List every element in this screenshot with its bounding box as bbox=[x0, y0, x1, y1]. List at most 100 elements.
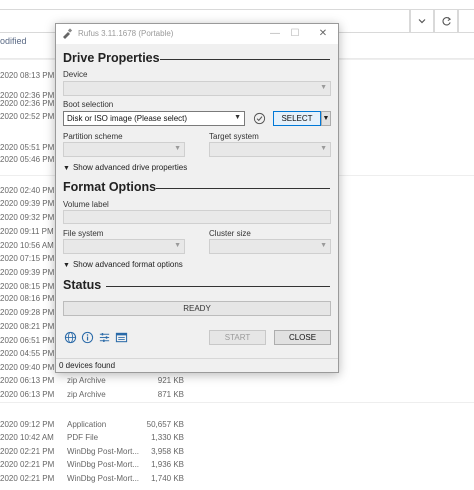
cluster-size-label: Cluster size bbox=[209, 229, 251, 238]
file-size: 871 KB bbox=[157, 390, 184, 399]
search-input[interactable] bbox=[458, 9, 474, 33]
column-header-date-modified[interactable]: odified bbox=[0, 36, 27, 46]
file-date: 2020 02:52 PM bbox=[0, 112, 55, 121]
advanced-format-toggle-label: Show advanced format options bbox=[72, 260, 183, 269]
file-row[interactable]: 2020 10:42 AM PDF File 1,330 KB bbox=[0, 431, 474, 445]
log-button[interactable] bbox=[115, 331, 128, 344]
boot-selection-value: Disk or ISO image (Please select) bbox=[67, 114, 188, 123]
settings-sliders-icon bbox=[99, 333, 110, 342]
chevron-down-icon: ▼ bbox=[320, 145, 327, 152]
chevron-down-icon: ▼ bbox=[322, 115, 330, 122]
file-type: PDF File bbox=[67, 433, 99, 442]
minimize-button[interactable]: — bbox=[266, 26, 284, 42]
cluster-size-dropdown[interactable]: ▼ bbox=[209, 239, 331, 254]
maximize-button[interactable]: ☐ bbox=[286, 26, 304, 42]
file-size: 1,740 KB bbox=[151, 474, 184, 483]
file-date: 2020 09:12 PM bbox=[0, 420, 55, 429]
file-row[interactable]: 2020 02:21 PM WinDbg Post-Mort... 3,958 KB bbox=[0, 445, 474, 459]
file-date: 2020 08:15 PM bbox=[0, 282, 55, 291]
file-date: 2020 07:15 PM bbox=[0, 254, 55, 263]
file-date: 2020 09:40 PM bbox=[0, 363, 55, 372]
file-date: 2020 05:51 PM bbox=[0, 143, 55, 152]
file-type: Application bbox=[67, 420, 107, 429]
device-label: Device bbox=[63, 70, 88, 79]
file-size: 1,936 KB bbox=[151, 460, 184, 469]
section-divider bbox=[106, 286, 330, 287]
file-date: 2020 06:51 PM bbox=[0, 336, 55, 345]
file-date: 2020 09:39 PM bbox=[0, 199, 55, 208]
chevron-down-icon: ▼ bbox=[63, 262, 70, 269]
file-date: 2020 08:13 PM bbox=[0, 71, 55, 80]
file-system-label: File system bbox=[63, 229, 104, 238]
status-heading: Status bbox=[63, 278, 102, 292]
chevron-down-icon: ▼ bbox=[320, 84, 327, 91]
status-bar-text: 0 devices found bbox=[59, 361, 116, 370]
verify-checksum-button[interactable] bbox=[253, 112, 266, 127]
file-date: 2020 09:11 PM bbox=[0, 227, 54, 236]
section-divider bbox=[160, 59, 330, 60]
file-date: 2020 08:21 PM bbox=[0, 322, 55, 331]
start-button[interactable]: START bbox=[209, 330, 266, 345]
file-row[interactable]: 2020 09:12 PM Application 50,657 KB bbox=[0, 418, 474, 432]
show-advanced-format-options-toggle[interactable]: ▼ Show advanced format options bbox=[63, 260, 183, 269]
info-icon bbox=[81, 331, 94, 344]
title-bar[interactable]: Rufus 3.11.1678 (Portable) — ☐ ✕ bbox=[56, 24, 338, 44]
drive-properties-heading: Drive Properties bbox=[63, 51, 160, 65]
file-date: 2020 04:55 PM bbox=[0, 349, 55, 358]
file-date: 2020 06:13 PM bbox=[0, 376, 55, 385]
file-type: zip Archive bbox=[67, 376, 106, 385]
chevron-down-icon: ▼ bbox=[320, 242, 327, 249]
boot-selection-dropdown[interactable]: Disk or ISO image (Please select) ▼ bbox=[63, 111, 245, 126]
about-button[interactable] bbox=[81, 331, 94, 344]
partition-scheme-dropdown[interactable]: ▼ bbox=[63, 142, 185, 157]
file-row[interactable]: 2020 06:13 PM zip Archive 921 KB bbox=[0, 374, 474, 388]
file-size: 3,958 KB bbox=[151, 447, 184, 456]
group-divider bbox=[0, 402, 474, 403]
address-dropdown-button[interactable] bbox=[410, 9, 434, 33]
section-divider bbox=[156, 188, 330, 189]
status-bar: 0 devices found bbox=[56, 358, 338, 372]
refresh-icon bbox=[441, 16, 451, 25]
checkmark-circle-icon bbox=[253, 112, 266, 125]
file-row[interactable]: 2020 06:13 PM zip Archive 871 KB bbox=[0, 388, 474, 402]
file-size: 921 KB bbox=[157, 376, 184, 385]
chevron-down-icon bbox=[418, 19, 426, 24]
show-advanced-drive-properties-toggle[interactable]: ▼ Show advanced drive properties bbox=[63, 163, 187, 172]
settings-button[interactable] bbox=[98, 331, 111, 344]
advanced-drive-toggle-label: Show advanced drive properties bbox=[72, 163, 188, 172]
file-date: 2020 02:21 PM bbox=[0, 460, 55, 469]
file-date: 2020 10:42 AM bbox=[0, 433, 54, 442]
file-row[interactable]: 2020 02:21 PM WinDbg Post-Mort... 1,740 KB bbox=[0, 472, 474, 486]
file-size: 1,330 KB bbox=[151, 433, 184, 442]
status-progress-bar: READY bbox=[63, 301, 331, 316]
close-button[interactable]: CLOSE bbox=[274, 330, 331, 345]
file-date: 2020 09:39 PM bbox=[0, 268, 55, 277]
file-date: 2020 02:40 PM bbox=[0, 186, 55, 195]
rufus-window: Rufus 3.11.1678 (Portable) — ☐ ✕ Drive P… bbox=[55, 23, 339, 373]
select-button[interactable]: SELECT bbox=[273, 111, 321, 126]
select-dropdown-button[interactable]: ▼ bbox=[321, 111, 331, 126]
file-date: 2020 02:21 PM bbox=[0, 447, 55, 456]
volume-label-input[interactable] bbox=[63, 210, 331, 224]
file-row[interactable]: 2020 02:21 PM WinDbg Post-Mort... 1,936 KB bbox=[0, 458, 474, 472]
chevron-down-icon: ▼ bbox=[174, 145, 181, 152]
partition-scheme-label: Partition scheme bbox=[63, 132, 123, 141]
target-system-label: Target system bbox=[209, 132, 259, 141]
file-date: 2020 02:21 PM bbox=[0, 474, 55, 483]
file-date: 2020 06:13 PM bbox=[0, 390, 55, 399]
target-system-dropdown[interactable]: ▼ bbox=[209, 142, 331, 157]
log-icon bbox=[115, 332, 128, 343]
language-button[interactable] bbox=[64, 331, 77, 344]
globe-icon bbox=[64, 331, 77, 344]
file-date: 2020 09:28 PM bbox=[0, 308, 55, 317]
close-window-button[interactable]: ✕ bbox=[314, 26, 332, 42]
refresh-button[interactable] bbox=[434, 9, 458, 33]
chevron-down-icon: ▼ bbox=[234, 114, 241, 121]
file-type: zip Archive bbox=[67, 390, 106, 399]
file-date: 2020 02:36 PM bbox=[0, 99, 55, 108]
device-dropdown[interactable]: ▼ bbox=[63, 81, 331, 96]
format-options-heading: Format Options bbox=[63, 180, 157, 194]
file-size: 50,657 KB bbox=[146, 420, 184, 429]
file-system-dropdown[interactable]: ▼ bbox=[63, 239, 185, 254]
window-title: Rufus 3.11.1678 (Portable) bbox=[78, 29, 174, 38]
